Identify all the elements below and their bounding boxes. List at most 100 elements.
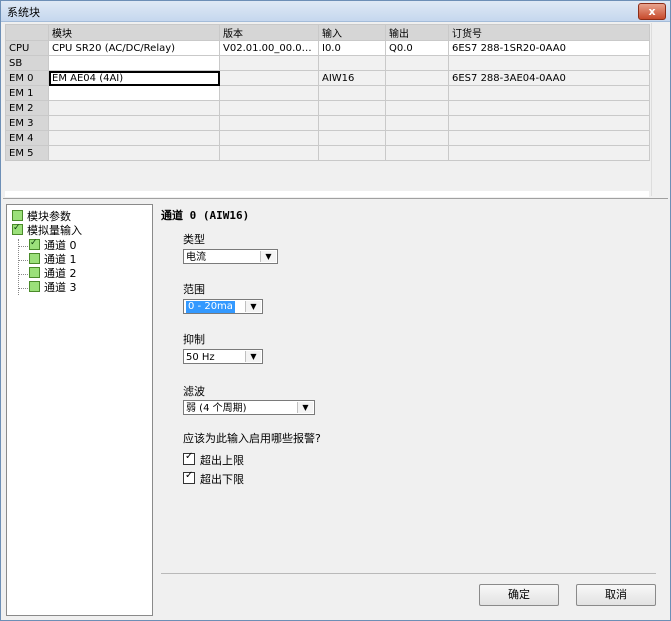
cancel-button[interactable]: 取消 (576, 584, 656, 606)
input-cell (318, 85, 386, 101)
tree-connector (18, 239, 19, 295)
table-row[interactable]: EM 0 EM AE04 (4AI) AIW16 6ES7 288-3AE04-… (5, 70, 650, 86)
filter-value: 弱 (4 个周期) (186, 403, 247, 414)
module-cell[interactable]: CPU SR20 (AC/DC/Relay) (48, 40, 220, 56)
version-cell (219, 100, 319, 116)
module-cell[interactable] (48, 115, 220, 131)
tree-item-analog-input[interactable]: 模拟量输入 (12, 221, 82, 238)
system-block-window: 系统块 x 模块 版本 输入 输出 订货号 CPU CPU SR20 (AC/D… (0, 0, 671, 621)
filter-select[interactable]: 弱 (4 个周期) ▼ (183, 400, 315, 415)
green-square-icon (29, 253, 40, 264)
slot-cell: SB (5, 55, 49, 71)
slot-cell: EM 5 (5, 145, 49, 161)
slot-cell: CPU (5, 40, 49, 56)
alarm-upper-checkbox[interactable]: 超出上限 (183, 451, 244, 468)
alarm-lower-checkbox[interactable]: 超出下限 (183, 470, 244, 487)
tree-item-channel-0[interactable]: 通道 0 (29, 236, 77, 253)
version-cell (219, 70, 319, 86)
type-select[interactable]: 电流 ▼ (183, 249, 278, 264)
header-version: 版本 (219, 24, 319, 41)
order-cell: 6ES7 288-3AE04-0AA0 (448, 70, 650, 86)
alarm-question: 应该为此输入启用哪些报警? (183, 432, 321, 445)
green-check-icon (12, 221, 23, 235)
type-value: 电流 (186, 252, 206, 263)
reject-label: 抑制 (183, 333, 205, 346)
module-cell[interactable] (48, 85, 220, 101)
table-row[interactable]: SB (5, 55, 650, 71)
header-order-number: 订货号 (448, 24, 650, 41)
input-cell: I0.0 (318, 40, 386, 56)
table-row[interactable]: EM 5 (5, 145, 650, 161)
table-row[interactable]: EM 4 (5, 130, 650, 146)
input-cell (318, 130, 386, 146)
range-value: 0 - 20ma (186, 301, 235, 313)
tree-item-label: 通道 1 (44, 253, 77, 266)
module-cell[interactable] (48, 55, 220, 71)
header-slot (5, 24, 49, 41)
filter-label: 滤波 (183, 385, 205, 398)
reject-select[interactable]: 50 Hz ▼ (183, 349, 263, 364)
version-cell: V02.01.00_00.00... (219, 40, 319, 56)
input-cell (318, 100, 386, 116)
input-cell (318, 55, 386, 71)
chevron-down-icon: ▼ (245, 351, 261, 362)
order-cell (448, 55, 650, 71)
tree-item-module-params[interactable]: 模块参数 (12, 210, 71, 224)
module-cell[interactable] (48, 130, 220, 146)
order-cell: 6ES7 288-1SR20-0AA0 (448, 40, 650, 56)
version-cell (219, 115, 319, 131)
module-table: 模块 版本 输入 输出 订货号 CPU CPU SR20 (AC/DC/Rela… (5, 24, 650, 161)
title-bar: 系统块 x (1, 1, 670, 22)
chevron-down-icon: ▼ (245, 301, 261, 312)
table-row[interactable]: EM 2 (5, 100, 650, 116)
input-cell (318, 115, 386, 131)
slot-cell: EM 3 (5, 115, 49, 131)
header-output: 输出 (385, 24, 449, 41)
version-cell (219, 130, 319, 146)
close-button[interactable]: x (638, 3, 666, 20)
ok-button[interactable]: 确定 (479, 584, 559, 606)
green-square-icon (29, 267, 40, 278)
output-cell (385, 100, 449, 116)
output-cell (385, 130, 449, 146)
output-cell (385, 85, 449, 101)
chevron-down-icon: ▼ (297, 402, 313, 413)
tree-connector (18, 246, 28, 247)
channel-title: 通道 0 (AIW16) (161, 209, 250, 222)
close-icon: x (648, 5, 656, 18)
tree-connector (18, 288, 28, 289)
module-cell-selected[interactable]: EM AE04 (4AI) (48, 70, 220, 86)
tree-item-label: 通道 0 (44, 239, 77, 252)
checkmark-icon (183, 451, 195, 465)
reject-value: 50 Hz (186, 352, 215, 363)
alarm-upper-label: 超出上限 (200, 454, 244, 467)
slot-cell: EM 4 (5, 130, 49, 146)
header-input: 输入 (318, 24, 386, 41)
table-row[interactable]: EM 3 (5, 115, 650, 131)
range-select[interactable]: 0 - 20ma ▼ (183, 299, 263, 314)
table-scrollbar[interactable] (651, 23, 669, 196)
window-title: 系统块 (7, 6, 40, 19)
table-row[interactable]: CPU CPU SR20 (AC/DC/Relay) V02.01.00_00.… (5, 40, 650, 56)
channel-settings-panel: 通道 0 (AIW16) 类型 电流 ▼ 范围 0 - 20ma ▼ 抑制 50… (161, 204, 666, 614)
alarm-lower-label: 超出下限 (200, 473, 244, 486)
table-row[interactable]: EM 1 (5, 85, 650, 101)
splitter[interactable] (3, 198, 668, 199)
type-label: 类型 (183, 233, 205, 246)
output-cell (385, 70, 449, 86)
tree-item-channel-2[interactable]: 通道 2 (29, 267, 77, 281)
output-cell (385, 55, 449, 71)
module-cell[interactable] (48, 100, 220, 116)
tree-item-label: 通道 3 (44, 281, 77, 294)
tree-item-channel-3[interactable]: 通道 3 (29, 281, 77, 295)
input-cell (318, 145, 386, 161)
green-check-icon (29, 236, 40, 250)
table-empty-area (5, 191, 649, 197)
header-module: 模块 (48, 24, 220, 41)
tree-item-channel-1[interactable]: 通道 1 (29, 253, 77, 267)
slot-cell: EM 0 (5, 70, 49, 86)
order-cell (448, 145, 650, 161)
module-cell[interactable] (48, 145, 220, 161)
tree-connector (18, 274, 28, 275)
config-tree: 模块参数 模拟量输入 通道 0 通道 1 通道 2 通道 3 (6, 204, 153, 616)
